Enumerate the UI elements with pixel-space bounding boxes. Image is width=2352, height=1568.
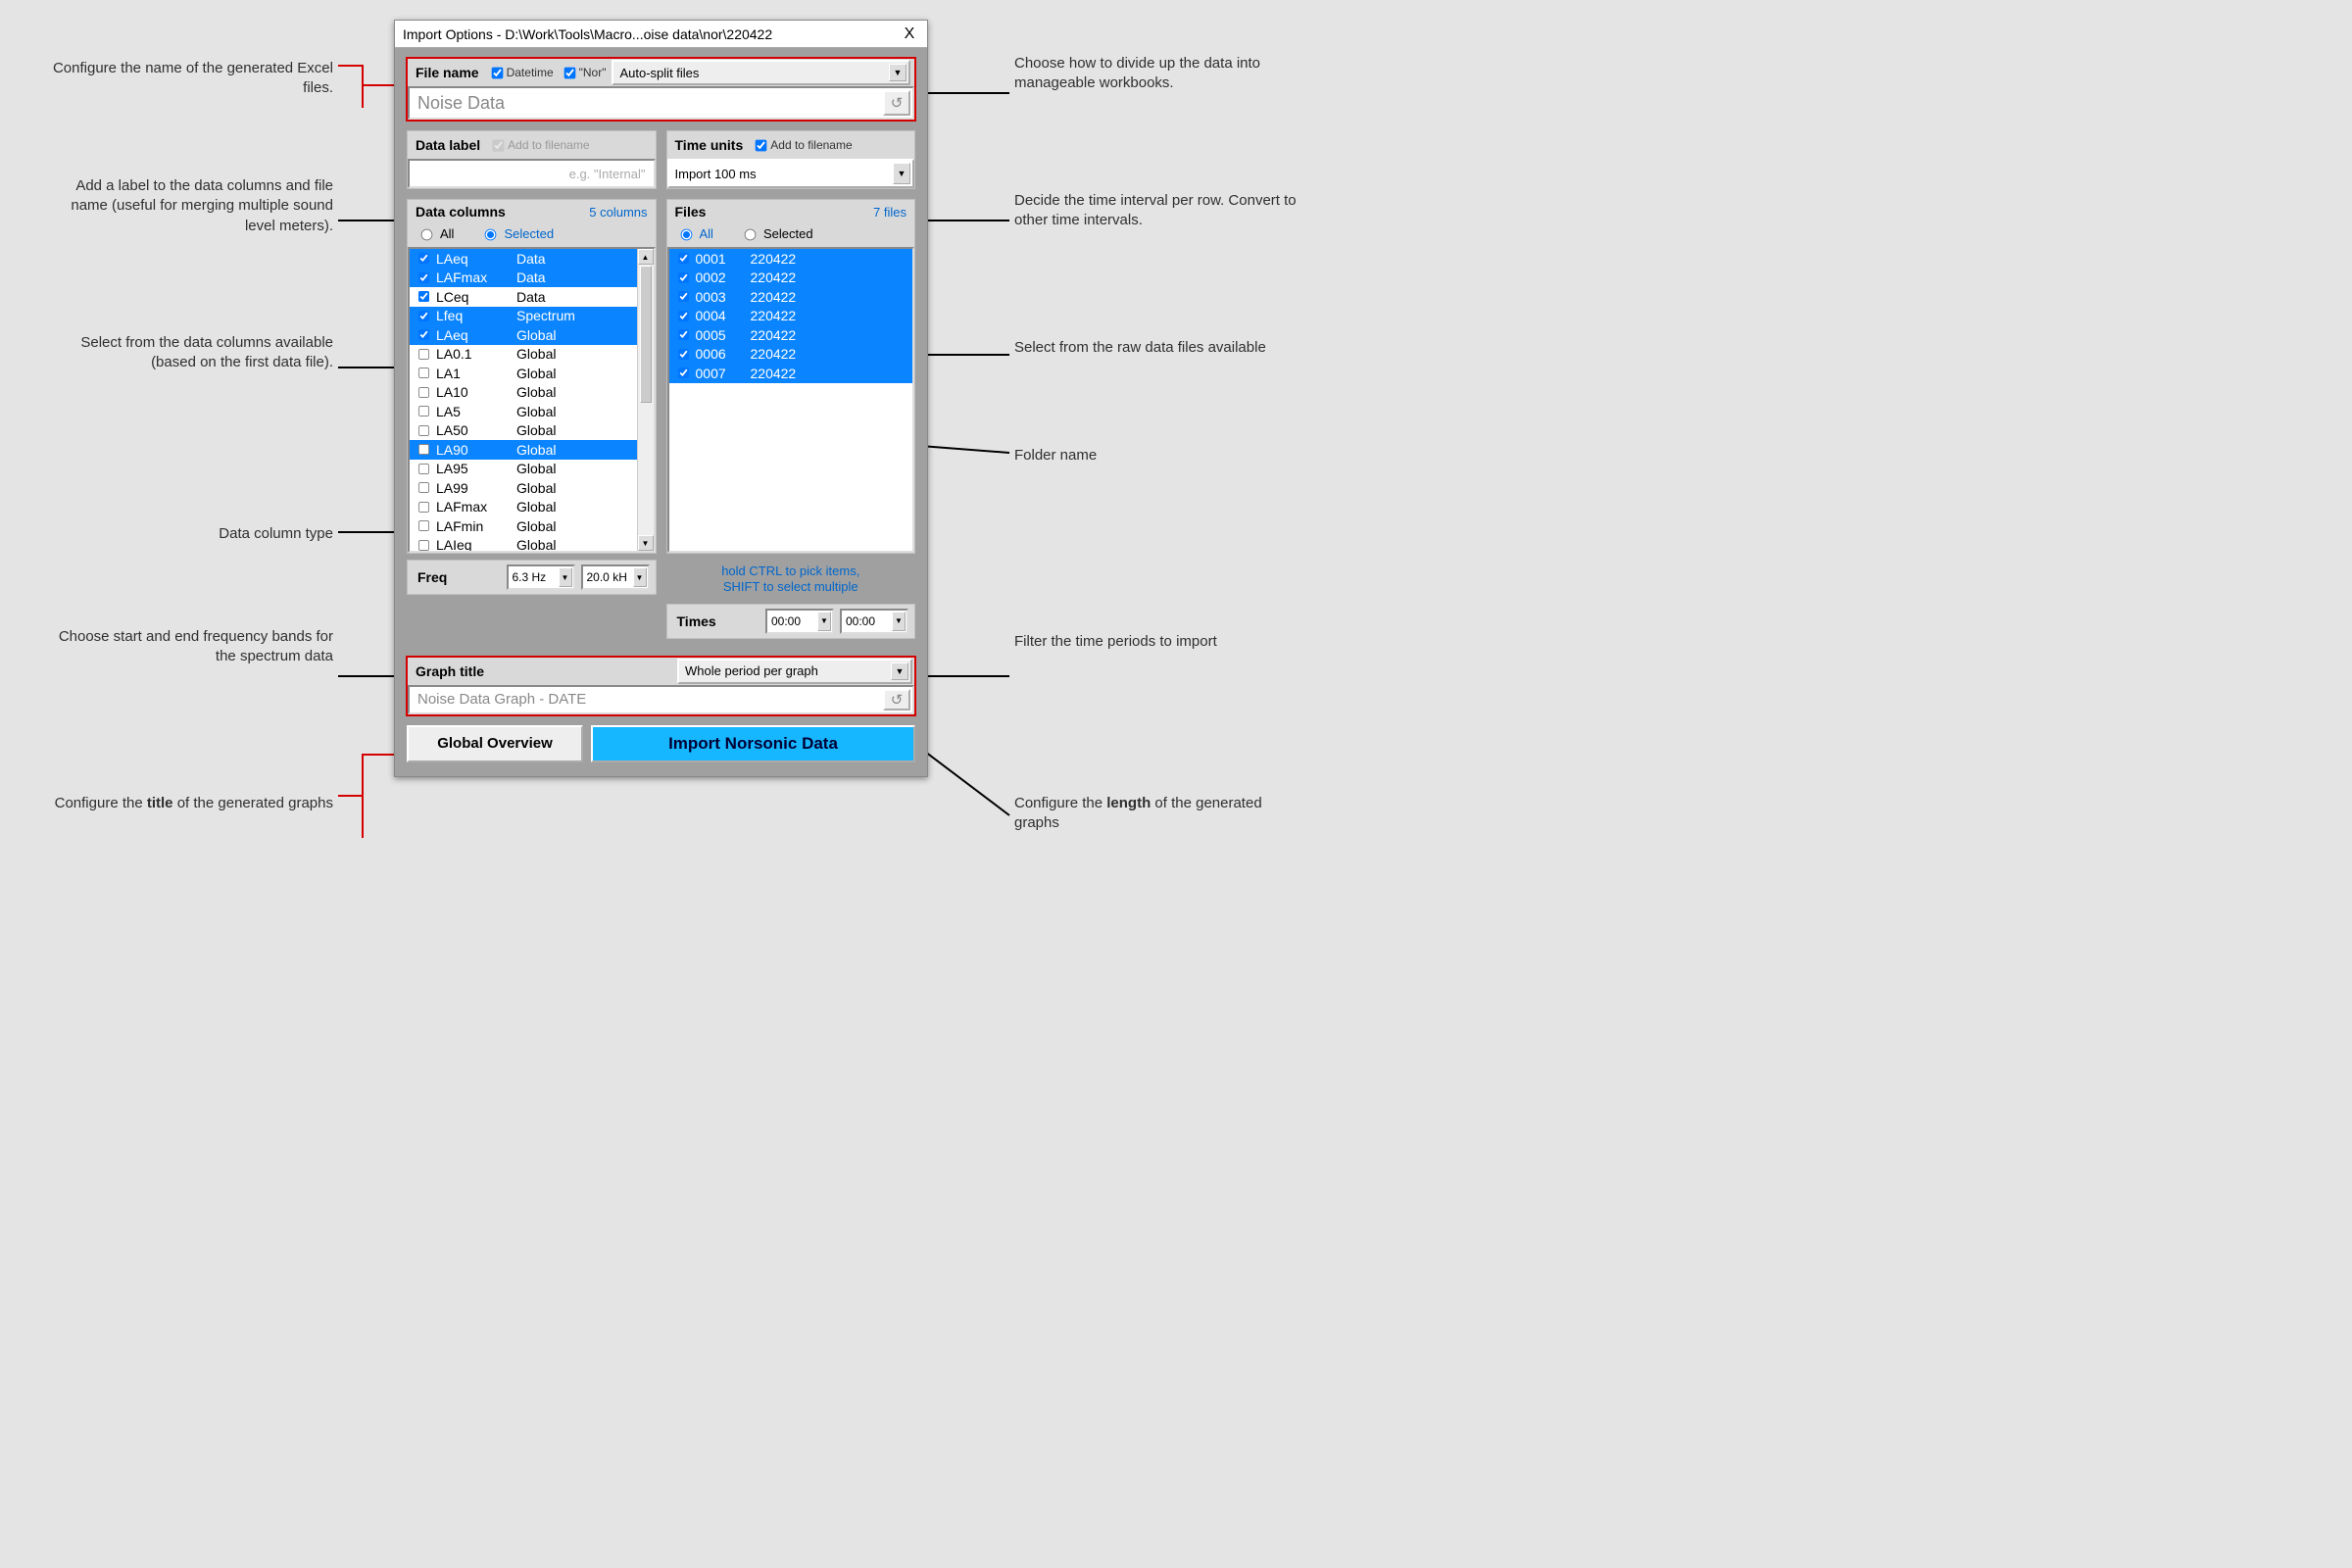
column-item[interactable]: LAFmaxData (410, 269, 654, 288)
window-title: Import Options - D:\Work\Tools\Macro...o… (403, 26, 900, 42)
timeunits-combo[interactable]: Import 100 ms▼ (667, 159, 915, 188)
annotation-datalabel: Add a label to the data columns and file… (39, 176, 333, 236)
titlebar: Import Options - D:\Work\Tools\Macro...o… (395, 21, 927, 48)
column-item[interactable]: LA0.1Global (410, 345, 654, 365)
file-item[interactable]: 0002220422 (669, 269, 913, 288)
datalabel-label: Data label (408, 131, 488, 159)
files-panel: Files 7 files All Selected 0001220422000… (666, 199, 916, 554)
freq-row: Freq 6.3 Hz▼ 20.0 kH▼ (407, 560, 657, 595)
freq-label: Freq (414, 569, 451, 585)
column-item[interactable]: LA10Global (410, 383, 654, 403)
history-icon[interactable]: ↺ (883, 90, 910, 116)
column-item[interactable]: LAIeqGlobal (410, 536, 654, 554)
annotation-freq: Choose start and end frequency bands for… (39, 627, 333, 667)
annotation-folder: Folder name (1014, 446, 1308, 466)
import-options-dialog: Import Options - D:\Work\Tools\Macro...o… (394, 20, 928, 777)
annotation-graph-title: Configure the title of the generated gra… (39, 794, 333, 813)
column-item[interactable]: LAFminGlobal (410, 516, 654, 536)
column-item[interactable]: LAeqGlobal (410, 325, 654, 345)
filename-label: File name (408, 59, 487, 86)
freq-hi[interactable]: 20.0 kH▼ (581, 564, 650, 590)
files-count: 7 files (873, 205, 906, 220)
file-item[interactable]: 0006220422 (669, 345, 913, 365)
split-combo[interactable]: Auto-split files▼ (612, 60, 910, 85)
selection-hint: hold CTRL to pick items,SHIFT to select … (666, 560, 916, 604)
column-item[interactable]: LAFmaxGlobal (410, 498, 654, 517)
file-item[interactable]: 0004220422 (669, 307, 913, 326)
column-item[interactable]: LA1Global (410, 364, 654, 383)
column-item[interactable]: LA95Global (410, 460, 654, 479)
annotation-filename: Configure the name of the generated Exce… (39, 59, 333, 99)
columns-radio-selected[interactable]: Selected (479, 225, 554, 241)
column-item[interactable]: LA90Global (410, 440, 654, 460)
chevron-down-icon: ▼ (817, 612, 831, 631)
columns-listbox[interactable]: ▲ ▼ LAeqDataLAFmaxDataLCeqDataLfeqSpectr… (408, 247, 656, 553)
times-hi[interactable]: 00:00▼ (840, 609, 908, 634)
scroll-up-icon[interactable]: ▲ (638, 249, 654, 265)
times-label: Times (673, 613, 720, 629)
annotation-times: Filter the time periods to import (1014, 632, 1308, 652)
filename-panel: File name Datetime "Nor" Auto-split file… (407, 58, 915, 121)
columns-count: 5 columns (589, 205, 647, 220)
times-lo[interactable]: 00:00▼ (765, 609, 834, 634)
timeunits-panel: Time units Add to filename Import 100 ms… (666, 130, 916, 189)
import-button[interactable]: Import Norsonic Data (591, 725, 915, 762)
close-button[interactable]: X (900, 25, 919, 43)
scroll-thumb[interactable] (640, 266, 652, 403)
annotation-columns: Select from the data columns available (… (39, 333, 333, 373)
chk-datalabel-add[interactable]: Add to filename (488, 136, 589, 155)
chevron-down-icon: ▼ (892, 612, 906, 631)
graph-length-combo[interactable]: Whole period per graph▼ (677, 659, 912, 684)
times-row: Times 00:00▼ 00:00▼ (666, 604, 916, 639)
file-item[interactable]: 0005220422 (669, 325, 913, 345)
chk-datetime[interactable]: Datetime (487, 64, 554, 82)
chk-timeunits-add[interactable]: Add to filename (751, 136, 852, 155)
annotation-column-type: Data column type (39, 524, 333, 544)
scrollbar[interactable]: ▲ ▼ (637, 249, 654, 551)
chevron-down-icon: ▼ (559, 567, 572, 587)
chevron-down-icon: ▼ (893, 163, 910, 184)
history-icon[interactable]: ↺ (883, 689, 910, 710)
file-item[interactable]: 0003220422 (669, 287, 913, 307)
files-radio-selected[interactable]: Selected (739, 225, 813, 241)
timeunits-label: Time units (667, 131, 752, 159)
annotation-timeunits: Decide the time interval per row. Conver… (1014, 191, 1308, 231)
global-overview-button[interactable]: Global Overview (407, 725, 583, 762)
column-item[interactable]: LCeqData (410, 287, 654, 307)
column-item[interactable]: LA50Global (410, 421, 654, 441)
columns-label: Data columns (416, 204, 506, 220)
datalabel-panel: Data label Add to filename e.g. "Interna… (407, 130, 657, 189)
column-item[interactable]: LA99Global (410, 478, 654, 498)
graph-title-input[interactable]: Noise Data Graph - DATE ↺ (408, 685, 914, 714)
files-label: Files (675, 204, 707, 220)
columns-panel: Data columns 5 columns All Selected ▲ ▼ … (407, 199, 657, 554)
column-item[interactable]: LfeqSpectrum (410, 307, 654, 326)
columns-radio-all[interactable]: All (416, 225, 454, 241)
file-item[interactable]: 0001220422 (669, 249, 913, 269)
chk-nor[interactable]: "Nor" (560, 64, 607, 82)
file-item[interactable]: 0007220422 (669, 364, 913, 383)
filename-input[interactable]: Noise Data ↺ (408, 86, 914, 120)
files-radio-all[interactable]: All (675, 225, 713, 241)
graph-label: Graph title (408, 658, 492, 685)
chevron-down-icon: ▼ (633, 567, 647, 587)
column-item[interactable]: LAeqData (410, 249, 654, 269)
chevron-down-icon: ▼ (891, 662, 908, 680)
annotation-graph-len: Configure the length of the generated gr… (1014, 794, 1308, 834)
files-listbox[interactable]: 0001220422000222042200032204220004220422… (667, 247, 915, 553)
datalabel-input[interactable]: e.g. "Internal" (408, 159, 656, 188)
graph-panel: Graph title Whole period per graph▼ Nois… (407, 657, 915, 715)
column-item[interactable]: LA5Global (410, 402, 654, 421)
chevron-down-icon: ▼ (889, 64, 906, 81)
freq-lo[interactable]: 6.3 Hz▼ (507, 564, 575, 590)
scroll-down-icon[interactable]: ▼ (638, 535, 654, 551)
annotation-files: Select from the raw data files available (1014, 338, 1308, 358)
annotation-split: Choose how to divide up the data into ma… (1014, 54, 1308, 94)
